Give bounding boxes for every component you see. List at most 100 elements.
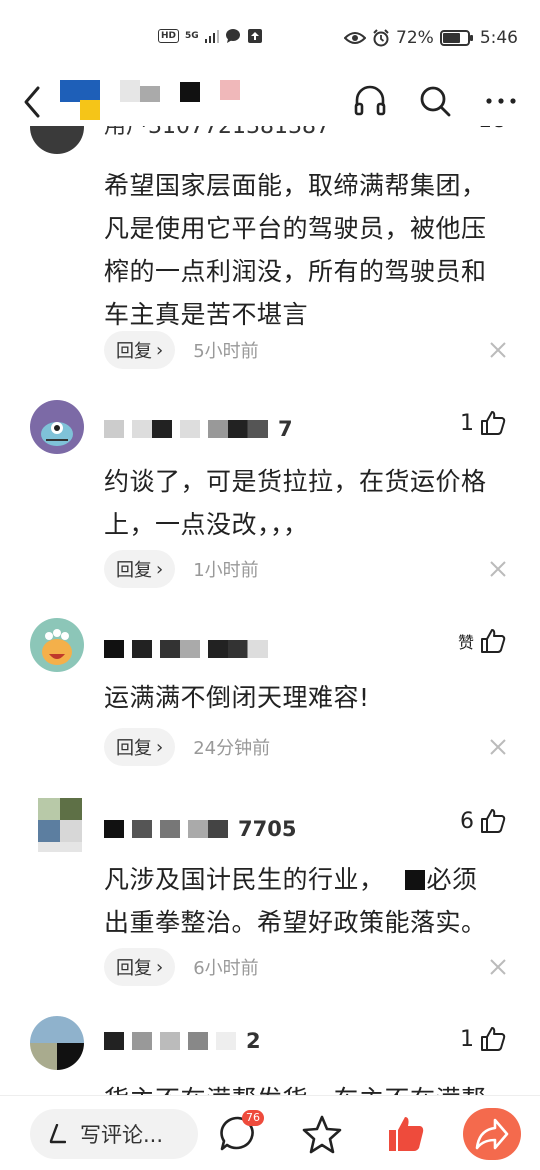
- avatar[interactable]: [38, 798, 82, 852]
- redacted-block: [180, 82, 200, 102]
- like-button[interactable]: 6: [460, 808, 506, 834]
- message-icon: [225, 29, 240, 43]
- comment-line: 车主真是苦不堪言: [104, 300, 309, 329]
- comment-text: 凡涉及国计民生的行业， 必须 出重拳整治。希望好政策能落实。: [104, 858, 514, 944]
- comment-line: 约谈了，可是货拉拉，在货运价格: [104, 467, 487, 496]
- monster-avatar-icon: [41, 422, 73, 446]
- comment-line: 凡是使用它平台的驾驶员，被他压: [104, 214, 487, 243]
- monster-avatar-icon: [42, 629, 72, 665]
- reply-label: 回复: [116, 738, 152, 759]
- username-redacted[interactable]: 2: [104, 1029, 261, 1053]
- thumbs-up-icon: [481, 629, 506, 653]
- close-icon[interactable]: [490, 959, 506, 975]
- thumbs-up-icon: [481, 1027, 506, 1051]
- comment-list[interactable]: 用户3107721381387 18 希望国家层面能，取缔满帮集团， 凡是使用它…: [0, 120, 540, 1095]
- comment-time: 24分钟前: [193, 738, 271, 759]
- username-redacted[interactable]: 7705: [104, 817, 297, 841]
- like-button[interactable]: 1: [460, 410, 506, 436]
- comment-line: 货主不在满帮发货，车主不在满帮: [104, 1078, 514, 1095]
- username-tail: 2: [246, 1029, 261, 1053]
- comment-time: 1小时前: [193, 560, 259, 581]
- status-bar: HD 5G 72% 5:46: [0, 0, 540, 78]
- comment-text: 约谈了，可是货拉拉，在货运价格 上，一点没改，，，: [104, 460, 514, 546]
- like-button[interactable]: 1: [460, 1026, 506, 1052]
- avatar[interactable]: [30, 400, 84, 454]
- comment-line: 运满满不倒闭天理难容!: [104, 683, 370, 712]
- share-arrow-icon: [475, 1118, 509, 1150]
- eye-icon: [344, 32, 367, 44]
- username-tail: 7705: [238, 817, 297, 841]
- close-icon[interactable]: [490, 739, 506, 755]
- clock: 5:46: [479, 28, 518, 48]
- comment-count-badge: 76: [242, 1110, 264, 1126]
- chevron-right-icon: ›: [156, 956, 164, 978]
- reply-button[interactable]: 回复 ›: [104, 728, 176, 766]
- network-label: 5G: [185, 31, 199, 41]
- back-icon[interactable]: [18, 82, 48, 122]
- avatar[interactable]: [30, 1016, 84, 1070]
- pen-icon: [49, 1124, 66, 1144]
- reply-label: 回复: [116, 958, 152, 979]
- like-button[interactable]: 赞: [458, 628, 506, 654]
- account-name-redacted: [120, 80, 160, 102]
- bottom-action-bar: 写评论... 76: [0, 1095, 540, 1170]
- comment-line: 凡涉及国计民生的行业， 必须: [104, 865, 478, 894]
- comment-item: 7705 6 凡涉及国计民生的行业， 必须 出重拳整治。希望好政策能落实。 回复 ›…: [0, 798, 540, 998]
- chevron-right-icon: ›: [156, 339, 164, 361]
- reply-label: 回复: [116, 560, 152, 581]
- comment-meta: 回复 › 5小时前: [104, 331, 259, 369]
- comment-item: 赞 运满满不倒闭天理难容! 回复 › 24分钟前: [0, 618, 540, 788]
- username-tail: 7: [278, 417, 293, 441]
- comment-line: 出重拳整治。希望好政策能落实。: [104, 908, 487, 937]
- close-icon[interactable]: [490, 342, 506, 358]
- comment-item: 7 1 约谈了，可是货拉拉，在货运价格 上，一点没改，，， 回复 › 1小时前: [0, 400, 540, 600]
- star-icon[interactable]: [302, 1114, 342, 1154]
- channel-logo[interactable]: [60, 80, 100, 120]
- like-number: 6: [460, 808, 474, 834]
- reply-button[interactable]: 回复 ›: [104, 948, 176, 986]
- reply-button[interactable]: 回复 ›: [104, 331, 176, 369]
- chevron-right-icon: ›: [156, 558, 164, 580]
- chevron-right-icon: ›: [156, 736, 164, 758]
- comment-line: 榨的一点利润没，所有的驾驶员和: [104, 257, 487, 286]
- username-redacted[interactable]: 7: [104, 417, 293, 441]
- headphones-icon[interactable]: [353, 84, 387, 118]
- reply-button[interactable]: 回复 ›: [104, 550, 176, 588]
- write-comment-label: 写评论...: [80, 1123, 164, 1147]
- top-nav-bar: [0, 78, 540, 126]
- battery-fill: [442, 33, 461, 43]
- signal-icon: [204, 30, 219, 43]
- thumbs-up-icon: [481, 809, 506, 833]
- more-icon[interactable]: [484, 84, 518, 118]
- battery-percent: 72%: [396, 28, 434, 48]
- comment-time: 6小时前: [193, 958, 259, 979]
- status-left: HD 5G: [158, 28, 263, 44]
- avatar[interactable]: [30, 618, 84, 672]
- redacted-block: [220, 80, 240, 100]
- like-number: 1: [460, 410, 474, 436]
- thumbs-up-icon: [481, 411, 506, 435]
- share-button[interactable]: [463, 1108, 521, 1160]
- comment-line: 上，一点没改，，，: [104, 510, 309, 539]
- alarm-icon: [373, 29, 389, 47]
- comment-meta: 回复 › 24分钟前: [104, 728, 270, 766]
- status-right: 72% 5:46: [344, 28, 518, 48]
- comment-text: 货主不在满帮发货，车主不在满帮: [104, 1078, 514, 1095]
- hd-badge: HD: [158, 29, 180, 43]
- comment-meta: 回复 › 6小时前: [104, 948, 259, 986]
- comment-item: 2 1 货主不在满帮发货，车主不在满帮: [0, 1016, 540, 1095]
- battery-icon: [439, 30, 473, 46]
- close-icon[interactable]: [490, 561, 506, 577]
- comment-text: 运满满不倒闭天理难容!: [104, 676, 514, 719]
- write-comment-input[interactable]: 写评论...: [30, 1109, 198, 1159]
- search-icon[interactable]: [418, 84, 452, 118]
- comment-meta: 回复 › 1小时前: [104, 550, 259, 588]
- comment-line: 希望国家层面能，取缔满帮集团，: [104, 171, 487, 200]
- comment-time: 5小时前: [193, 341, 259, 362]
- reply-label: 回复: [116, 341, 152, 362]
- like-number: 1: [460, 1026, 474, 1052]
- upload-icon: [247, 29, 262, 43]
- comment-item: 用户3107721381387 18 希望国家层面能，取缔满帮集团， 凡是使用它…: [0, 120, 540, 390]
- thumbs-up-filled-icon[interactable]: [386, 1114, 426, 1154]
- username-redacted[interactable]: [104, 638, 268, 660]
